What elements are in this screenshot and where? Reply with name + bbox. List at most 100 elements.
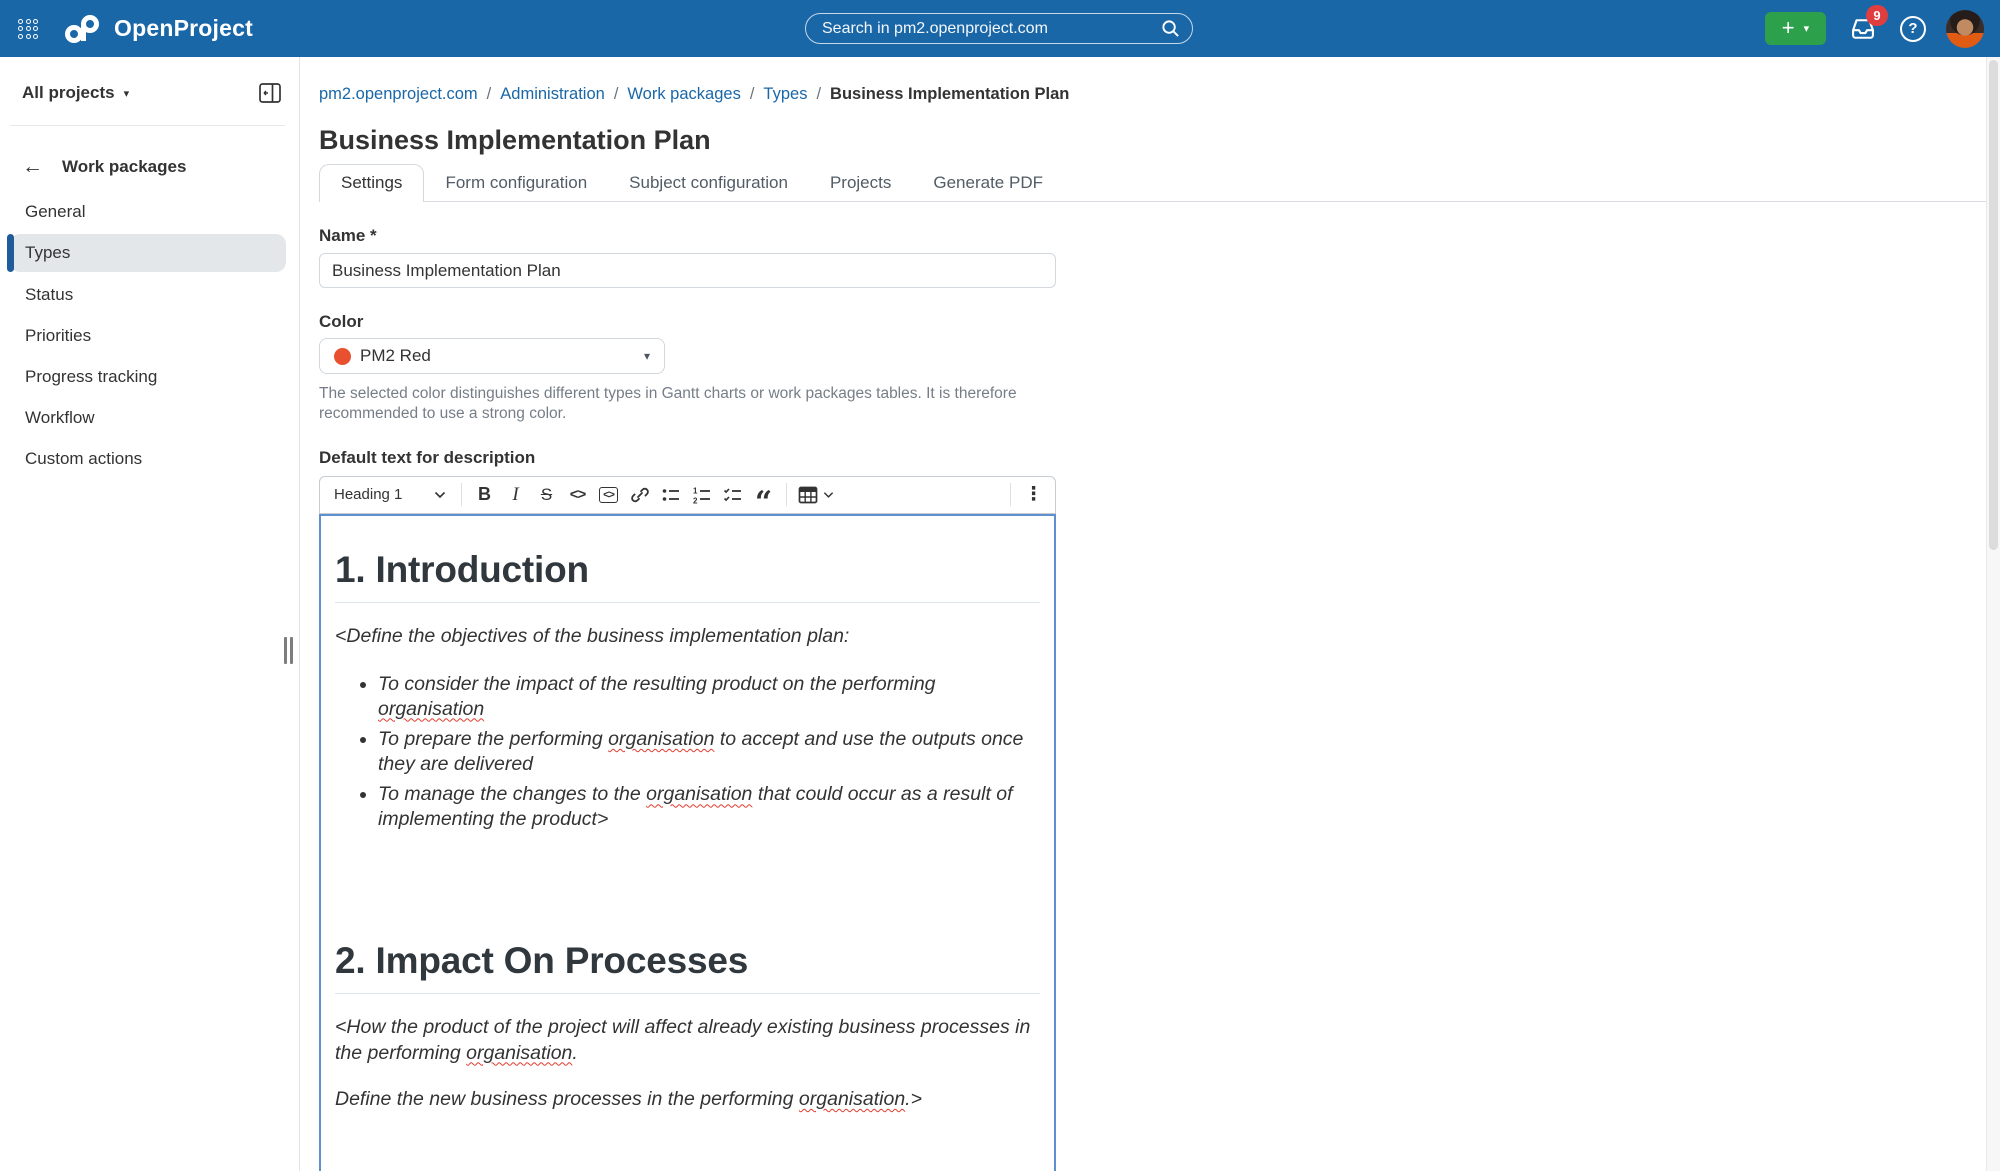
collapse-sidebar-icon [259,83,281,103]
page-scrollbar[interactable] [1986,57,2000,1171]
doc-section-impact-on-people: 3. Impact On People <Define the impact o… [335,1112,1040,1171]
apps-grid-icon[interactable] [18,19,38,39]
toolbar-divider [461,483,462,506]
openproject-logo[interactable]: OpenProject [64,14,253,44]
sidebar-item-custom-actions[interactable]: Custom actions [0,438,299,479]
table-icon [798,485,818,505]
doc-heading[interactable]: 3. Impact On People [335,1112,1040,1171]
search-icon[interactable] [1161,19,1180,38]
doc-bullet[interactable]: To consider the impact of the resulting … [378,672,1040,721]
color-swatch [334,348,351,365]
doc-bullet[interactable]: To prepare the performing organisation t… [378,727,1040,776]
main-content: pm2.openproject.com/Administration/Work … [300,57,1986,1171]
sidebar-item-general[interactable]: General [0,191,299,232]
link-button[interactable] [624,480,655,510]
collapse-sidebar-button[interactable] [259,83,281,103]
top-header-bar: OpenProject + ▾ 9 ? [0,0,2000,57]
doc-paragraph[interactable]: <How the product of the project will aff… [335,1015,1040,1066]
logo-text: OpenProject [114,15,253,42]
notifications-button[interactable]: 9 [1846,12,1880,46]
doc-heading[interactable]: 1. Introduction [335,516,1040,603]
doc-paragraph[interactable]: <Define the objectives of the business i… [335,624,1040,649]
doc-bullet[interactable]: To manage the changes to the organisatio… [378,782,1040,831]
project-selector[interactable]: All projects [22,83,115,103]
sidebar-item-types[interactable]: Types [10,234,286,272]
global-search[interactable] [805,13,1193,44]
name-input[interactable] [319,253,1056,288]
chevron-down-icon [434,491,446,499]
chevron-down-icon [823,491,834,499]
tab-form-configuration[interactable]: Form configuration [424,164,608,201]
doc-heading[interactable]: 2. Impact On Processes [335,837,1040,994]
bold-button[interactable]: B [469,480,500,510]
insert-table-button[interactable] [794,480,838,510]
breadcrumb-link-administration[interactable]: Administration [500,85,605,103]
numbered-list-icon: 1 2 [692,485,712,505]
toolbar-divider [786,483,787,506]
strikethrough-button[interactable]: S [531,480,562,510]
question-mark-icon: ? [1908,20,1917,37]
toolbar-overflow-button[interactable]: ⋮ [1018,480,1049,510]
description-field-label: Default text for description [319,448,1986,468]
heading-style-select[interactable]: Heading 1 [326,480,454,510]
numbered-list-button[interactable]: 1 2 [686,480,717,510]
chevron-down-icon: ▾ [644,349,650,363]
breadcrumb: pm2.openproject.com/Administration/Work … [319,85,1986,104]
back-arrow-icon[interactable]: ← [22,156,43,177]
sidebar-item-progress-tracking[interactable]: Progress tracking [0,356,299,397]
color-help-text: The selected color distinguishes differe… [319,384,1064,424]
code-block-button[interactable]: <> [593,480,624,510]
sidebar-item-workflow[interactable]: Workflow [0,397,299,438]
sidebar-menu: General Types Status Priorities Progress… [0,191,299,479]
color-field-label: Color [319,312,1986,332]
doc-section-impact-on-processes: 2. Impact On Processes <How the product … [335,837,1040,1112]
sidebar-item-priorities[interactable]: Priorities [0,315,299,356]
plus-icon: + [1782,17,1795,39]
tab-subject-configuration[interactable]: Subject configuration [608,164,809,201]
breadcrumb-link-types[interactable]: Types [763,85,807,103]
svg-text:1: 1 [693,486,698,495]
tab-projects[interactable]: Projects [809,164,912,201]
tab-bar: Settings Form configuration Subject conf… [319,164,1986,202]
name-field-label: Name * [319,226,1986,246]
sidebar: All projects ▾ ← Work packages General T… [0,57,300,1171]
heading-style-value: Heading 1 [334,486,402,503]
chevron-down-icon: ▾ [124,87,130,100]
inline-code-button[interactable]: <> [562,480,593,510]
breadcrumb-current: Business Implementation Plan [830,85,1069,103]
block-quote-button[interactable]: “ [748,488,779,518]
italic-button[interactable]: I [500,480,531,510]
color-selected-value: PM2 Red [360,346,431,366]
help-button[interactable]: ? [1900,16,1926,42]
quick-add-button[interactable]: + ▾ [1765,12,1826,45]
sidebar-item-status[interactable]: Status [0,274,299,315]
rich-text-editor: Heading 1 B I S <> <> [319,476,1056,1171]
editor-toolbar: Heading 1 B I S <> <> [319,476,1056,514]
notification-count-badge: 9 [1866,5,1888,26]
bulleted-list-button[interactable] [655,480,686,510]
search-input[interactable] [822,20,1161,38]
breadcrumb-link-work-packages[interactable]: Work packages [627,85,740,103]
header-actions: + ▾ 9 ? [1765,0,1984,57]
todo-list-button[interactable] [717,480,748,510]
link-icon [630,485,650,505]
page-title: Business Implementation Plan [319,125,1986,156]
scrollbar-thumb[interactable] [1989,60,1998,550]
sidebar-resize-handle[interactable] [284,637,296,664]
tab-generate-pdf[interactable]: Generate PDF [912,164,1064,201]
chevron-down-icon: ▾ [1804,22,1810,35]
doc-bullet-list: To consider the impact of the resulting … [335,672,1040,831]
bulleted-list-icon [661,485,681,505]
color-select[interactable]: PM2 Red ▾ [319,338,665,374]
breadcrumb-link-instance[interactable]: pm2.openproject.com [319,85,478,103]
doc-section-introduction: 1. Introduction <Define the objectives o… [335,516,1040,832]
sidebar-section-title: Work packages [62,157,186,177]
todo-list-icon [723,485,743,505]
tab-settings[interactable]: Settings [319,164,424,202]
openproject-logo-icon [64,14,104,44]
editor-content-area[interactable]: 1. Introduction <Define the objectives o… [319,514,1056,1171]
doc-paragraph[interactable]: Define the new business processes in the… [335,1087,1040,1112]
user-avatar[interactable] [1946,10,1984,48]
svg-text:2: 2 [693,496,698,505]
toolbar-divider [1010,483,1011,506]
